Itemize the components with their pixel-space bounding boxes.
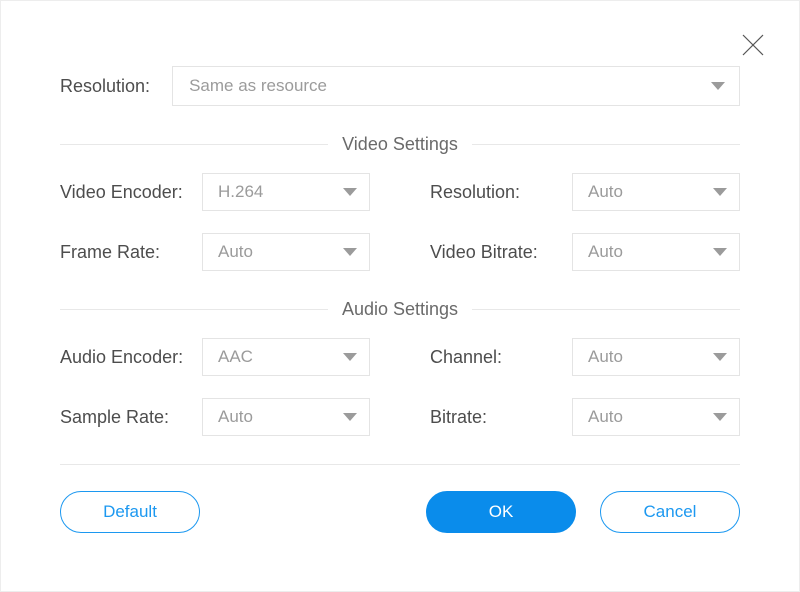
audio-encoder-value: AAC — [218, 347, 253, 367]
audio-bitrate-select[interactable]: Auto — [572, 398, 740, 436]
close-icon — [740, 32, 766, 58]
chevron-down-icon — [711, 82, 725, 90]
ok-button[interactable]: OK — [426, 491, 576, 533]
video-encoder-select[interactable]: H.264 — [202, 173, 370, 211]
chevron-down-icon — [343, 188, 357, 196]
cancel-button[interactable]: Cancel — [600, 491, 740, 533]
chevron-down-icon — [713, 353, 727, 361]
sample-rate-label: Sample Rate: — [60, 407, 202, 428]
channel-select[interactable]: Auto — [572, 338, 740, 376]
audio-bitrate-label: Bitrate: — [430, 407, 572, 428]
video-bitrate-value: Auto — [588, 242, 623, 262]
top-resolution-select[interactable]: Same as resource — [172, 66, 740, 106]
divider — [60, 464, 740, 465]
channel-label: Channel: — [430, 347, 572, 368]
video-settings-header: Video Settings — [60, 134, 740, 155]
chevron-down-icon — [343, 248, 357, 256]
video-resolution-select[interactable]: Auto — [572, 173, 740, 211]
video-encoder-value: H.264 — [218, 182, 263, 202]
audio-encoder-select[interactable]: AAC — [202, 338, 370, 376]
audio-settings-header: Audio Settings — [60, 299, 740, 320]
close-button[interactable] — [736, 28, 770, 62]
chevron-down-icon — [713, 413, 727, 421]
chevron-down-icon — [343, 413, 357, 421]
chevron-down-icon — [713, 248, 727, 256]
audio-encoder-label: Audio Encoder: — [60, 347, 202, 368]
sample-rate-value: Auto — [218, 407, 253, 427]
frame-rate-select[interactable]: Auto — [202, 233, 370, 271]
video-bitrate-select[interactable]: Auto — [572, 233, 740, 271]
video-bitrate-label: Video Bitrate: — [430, 242, 572, 263]
chevron-down-icon — [343, 353, 357, 361]
frame-rate-label: Frame Rate: — [60, 242, 202, 263]
default-button[interactable]: Default — [60, 491, 200, 533]
chevron-down-icon — [713, 188, 727, 196]
sample-rate-select[interactable]: Auto — [202, 398, 370, 436]
frame-rate-value: Auto — [218, 242, 253, 262]
top-resolution-label: Resolution: — [60, 76, 150, 97]
video-encoder-label: Video Encoder: — [60, 182, 202, 203]
video-resolution-label: Resolution: — [430, 182, 572, 203]
video-resolution-value: Auto — [588, 182, 623, 202]
audio-bitrate-value: Auto — [588, 407, 623, 427]
channel-value: Auto — [588, 347, 623, 367]
top-resolution-value: Same as resource — [189, 76, 327, 96]
